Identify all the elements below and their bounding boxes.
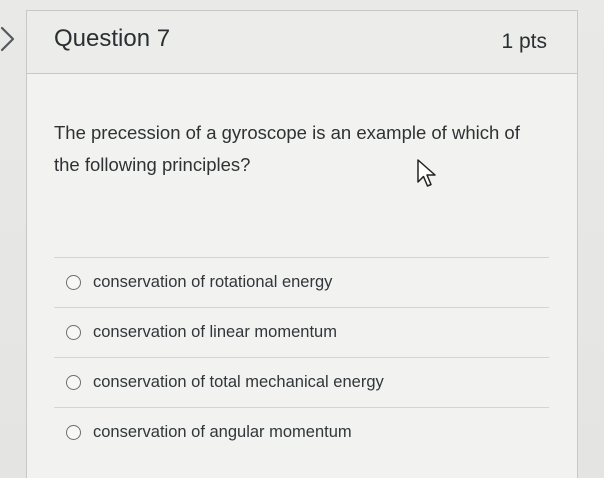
radio-button[interactable] xyxy=(66,325,81,340)
question-text: The precession of a gyroscope is an exam… xyxy=(54,122,520,175)
answer-list: conservation of rotational energy conser… xyxy=(54,257,549,457)
radio-button[interactable] xyxy=(66,375,81,390)
question-card: Question 7 1 pts The precession of a gyr… xyxy=(26,10,578,478)
answer-label: conservation of angular momentum xyxy=(93,423,352,441)
answer-option[interactable]: conservation of rotational energy xyxy=(54,257,549,307)
question-header: Question 7 1 pts xyxy=(27,11,577,74)
answer-option[interactable]: conservation of total mechanical energy xyxy=(54,357,549,407)
question-title: Question 7 xyxy=(54,25,171,52)
answer-option[interactable]: conservation of angular momentum xyxy=(54,407,549,457)
radio-button[interactable] xyxy=(66,425,81,440)
chevron-right-icon[interactable] xyxy=(0,25,18,53)
answer-option[interactable]: conservation of linear momentum xyxy=(54,307,549,357)
radio-button[interactable] xyxy=(66,275,81,290)
answer-label: conservation of rotational energy xyxy=(93,273,333,291)
answer-label: conservation of total mechanical energy xyxy=(93,373,384,391)
question-points: 1 pts xyxy=(501,30,547,53)
screen: Question 7 1 pts The precession of a gyr… xyxy=(0,0,604,478)
mouse-pointer-icon xyxy=(417,159,436,187)
answer-label: conservation of linear momentum xyxy=(93,323,337,341)
